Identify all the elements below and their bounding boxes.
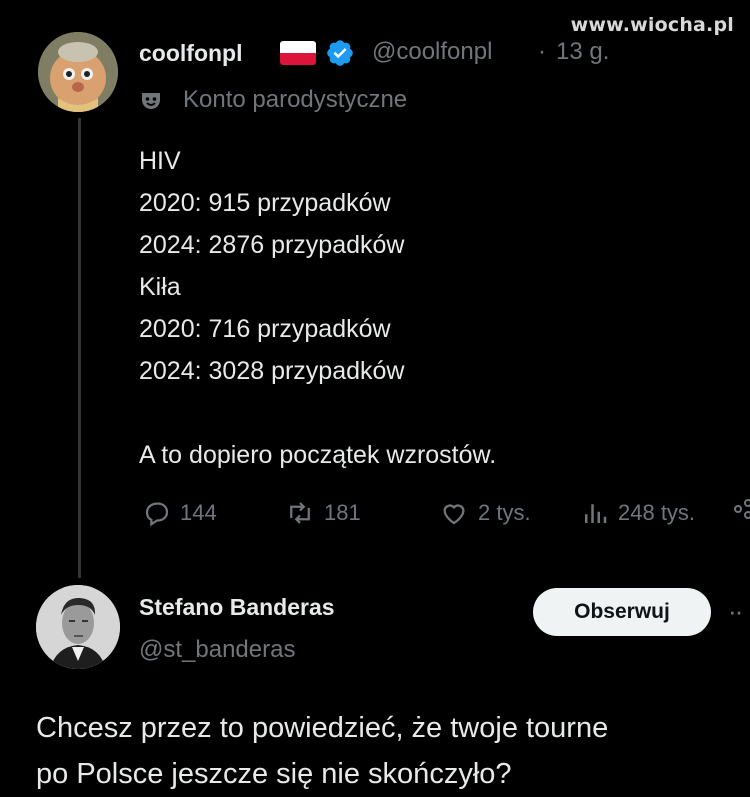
tweet-line: A to dopiero początek wzrostów.	[139, 441, 497, 469]
meta-separator: ·	[538, 38, 546, 65]
reply-text: Chcesz przez to powiedzieć, że twoje tou…	[36, 705, 608, 797]
tweet-line: 2020: 716 przypadków	[139, 315, 391, 343]
share-button[interactable]	[732, 498, 750, 520]
views-button[interactable]: 248 tys.	[580, 498, 695, 528]
parody-account-label: Konto parodystyczne	[183, 86, 408, 113]
reply-author-name[interactable]: Stefano Banderas	[139, 594, 335, 621]
tweet-action-bar: 144 181 2 tys. 248 tys.	[138, 498, 750, 538]
author-name[interactable]: coolfonpl	[139, 40, 242, 67]
verified-badge-icon	[325, 38, 355, 73]
parody-mask-icon	[139, 89, 163, 118]
repost-count: 181	[324, 500, 361, 525]
reply-line: po Polsce jeszcze się nie skończyło?	[36, 758, 512, 790]
views-chart-icon	[585, 504, 607, 523]
repost-icon	[290, 502, 310, 524]
tweet-line: 2024: 3028 przypadków	[139, 357, 405, 385]
more-options-icon[interactable]: ··	[728, 596, 743, 627]
tweet-line: HIV	[139, 147, 181, 175]
heart-icon	[443, 504, 465, 525]
author-handle[interactable]: @coolfonpl	[372, 38, 492, 66]
share-icon	[734, 499, 750, 519]
views-count: 248 tys.	[618, 500, 696, 525]
reply-author-handle[interactable]: @st_banderas	[139, 636, 295, 664]
author-avatar[interactable]	[38, 32, 118, 112]
follow-button[interactable]: Obserwuj	[533, 588, 711, 636]
reply-line: Chcesz przez to powiedzieć, że twoje tou…	[36, 712, 609, 744]
like-button[interactable]: 2 tys.	[438, 498, 531, 528]
repost-button[interactable]: 181	[284, 498, 361, 528]
tweet-line: 2020: 915 przypadków	[139, 189, 391, 217]
tweet-time[interactable]: 13 g.	[556, 38, 609, 66]
tweet-line	[139, 392, 496, 434]
site-watermark: www.wiocha.pl	[570, 14, 734, 36]
reply-icon	[145, 502, 169, 527]
reply-count: 144	[180, 500, 217, 525]
tweet-line: Kiła	[139, 273, 181, 301]
tweet-line: 2024: 2876 przypadków	[139, 231, 405, 259]
like-count: 2 tys.	[478, 500, 531, 525]
tweet-text: HIV 2020: 915 przypadków 2024: 2876 przy…	[139, 140, 496, 476]
reply-button[interactable]: 144	[142, 498, 217, 528]
thread-connector-line	[78, 118, 81, 578]
poland-flag-icon	[280, 41, 316, 65]
reply-author-avatar[interactable]	[36, 585, 120, 669]
